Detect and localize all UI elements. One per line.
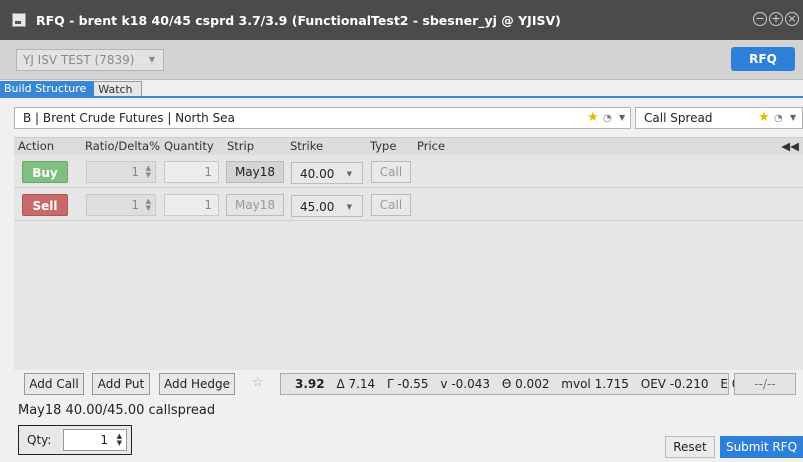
- chevron-down-icon: ▼: [346, 203, 352, 211]
- window-controls: − + ×: [753, 12, 799, 26]
- favorite-star-icon[interactable]: ★: [587, 108, 599, 128]
- mvol-value: mvol 1.715: [561, 377, 629, 391]
- spinner-icon[interactable]: ▲ ▼: [117, 433, 122, 447]
- add-hedge-button[interactable]: Add Hedge: [159, 373, 235, 395]
- tab-build-structure[interactable]: Build Structure: [0, 81, 95, 97]
- strip-button[interactable]: May18: [226, 161, 284, 183]
- price-value: 3.92: [295, 377, 325, 391]
- favorite-star-icon[interactable]: ★: [758, 108, 770, 128]
- theta-value: Θ 0.002: [501, 377, 550, 391]
- minimize-icon[interactable]: −: [753, 12, 767, 26]
- strategy-select-value: Call Spread: [644, 111, 713, 125]
- tab-bar: Build Structure Watch: [0, 81, 142, 97]
- ratio-input[interactable]: 1 ▲ ▼: [86, 194, 156, 216]
- vega-value: v -0.043: [440, 377, 491, 391]
- add-put-button[interactable]: Add Put: [92, 373, 150, 395]
- ratio-value: 1: [131, 198, 139, 212]
- header-quantity: Quantity: [164, 139, 214, 153]
- structure-summary: May18 40.00/45.00 callspread: [18, 403, 216, 418]
- chevron-down-icon[interactable]: ▼: [790, 108, 796, 128]
- buy-button[interactable]: Buy: [22, 161, 68, 183]
- toolbar: YJ ISV TEST (7839) ▼ RFQ: [0, 40, 803, 80]
- oev-value: OEV -0.210: [640, 377, 709, 391]
- recent-icon[interactable]: ◔: [603, 109, 612, 129]
- type-button[interactable]: Call: [371, 194, 411, 216]
- qty-input[interactable]: 1 ▲ ▼: [63, 429, 127, 451]
- spinner-icon[interactable]: ▲ ▼: [146, 165, 151, 179]
- bid-ask-box[interactable]: --/--: [734, 373, 796, 395]
- account-select[interactable]: YJ ISV TEST (7839) ▼: [16, 49, 164, 71]
- gamma-value: Γ -0.55: [387, 377, 429, 391]
- delta-value: Δ 7.14: [336, 377, 376, 391]
- sell-button[interactable]: Sell: [22, 194, 68, 216]
- quantity-input[interactable]: 1: [164, 161, 219, 183]
- tab-underline: [0, 96, 803, 98]
- maximize-icon[interactable]: +: [769, 12, 783, 26]
- product-select[interactable]: B | Brent Crude Futures | North Sea ★ ◔ …: [14, 107, 631, 129]
- strike-value: 45.00: [300, 200, 335, 214]
- reset-button[interactable]: Reset: [665, 436, 715, 458]
- table-row: Sell 1 ▲ ▼ 1 May18 45.00 ▼ Call: [14, 189, 803, 221]
- window-title: RFQ - brent k18 40/45 csprd 3.7/3.9 (Fun…: [36, 12, 561, 28]
- qty-field: Qty: 1 ▲ ▼: [18, 425, 132, 455]
- close-icon[interactable]: ×: [785, 12, 799, 26]
- recent-icon[interactable]: ◔: [774, 109, 783, 129]
- header-type: Type: [370, 139, 397, 153]
- header-strike: Strike: [290, 139, 324, 153]
- quantity-input[interactable]: 1: [164, 194, 219, 216]
- app-icon: [12, 13, 26, 27]
- table-row: Buy 1 ▲ ▼ 1 May18 40.00 ▼ Call: [14, 156, 803, 188]
- title-bar: RFQ - brent k18 40/45 csprd 3.7/3.9 (Fun…: [0, 0, 803, 40]
- strike-select[interactable]: 45.00 ▼: [291, 195, 363, 217]
- add-call-button[interactable]: Add Call: [24, 373, 84, 395]
- greeks-display: 3.92 Δ 7.14 Γ -0.55 v -0.043 Θ 0.002 mvo…: [280, 373, 766, 395]
- product-select-value: B | Brent Crude Futures | North Sea: [23, 111, 235, 125]
- spinner-icon[interactable]: ▲ ▼: [146, 198, 151, 212]
- bottom-bar: Add Call Add Put Add Hedge ☆ 3.92 Δ 7.14…: [14, 372, 803, 396]
- header-action: Action: [18, 139, 55, 153]
- strike-select[interactable]: 40.00 ▼: [291, 162, 363, 184]
- legs-grid: Action Ratio/Delta% Quantity Strip Strik…: [14, 137, 803, 370]
- account-select-value: YJ ISV TEST (7839): [23, 53, 135, 67]
- tab-watch[interactable]: Watch: [94, 81, 142, 97]
- header-ratio: Ratio/Delta%: [85, 139, 161, 153]
- rfq-button[interactable]: RFQ: [731, 47, 795, 71]
- collapse-icon[interactable]: ◀◀: [781, 139, 799, 153]
- strategy-select[interactable]: Call Spread ★ ◔ ▼: [635, 107, 803, 129]
- submit-rfq-button[interactable]: Submit RFQ: [720, 436, 803, 458]
- header-strip: Strip: [227, 139, 255, 153]
- chevron-down-icon: ▼: [148, 55, 155, 64]
- qty-value: 1: [100, 433, 108, 447]
- star-icon[interactable]: ☆: [252, 375, 264, 390]
- header-price: Price: [417, 139, 446, 153]
- strip-button[interactable]: May18: [226, 194, 284, 216]
- ratio-input[interactable]: 1 ▲ ▼: [86, 161, 156, 183]
- chevron-down-icon: ▼: [346, 170, 352, 178]
- grid-header: Action Ratio/Delta% Quantity Strip Strik…: [14, 138, 803, 155]
- ratio-value: 1: [131, 165, 139, 179]
- chevron-down-icon[interactable]: ▼: [619, 108, 625, 128]
- type-button[interactable]: Call: [371, 161, 411, 183]
- strike-value: 40.00: [300, 167, 335, 181]
- qty-label: Qty:: [27, 433, 52, 447]
